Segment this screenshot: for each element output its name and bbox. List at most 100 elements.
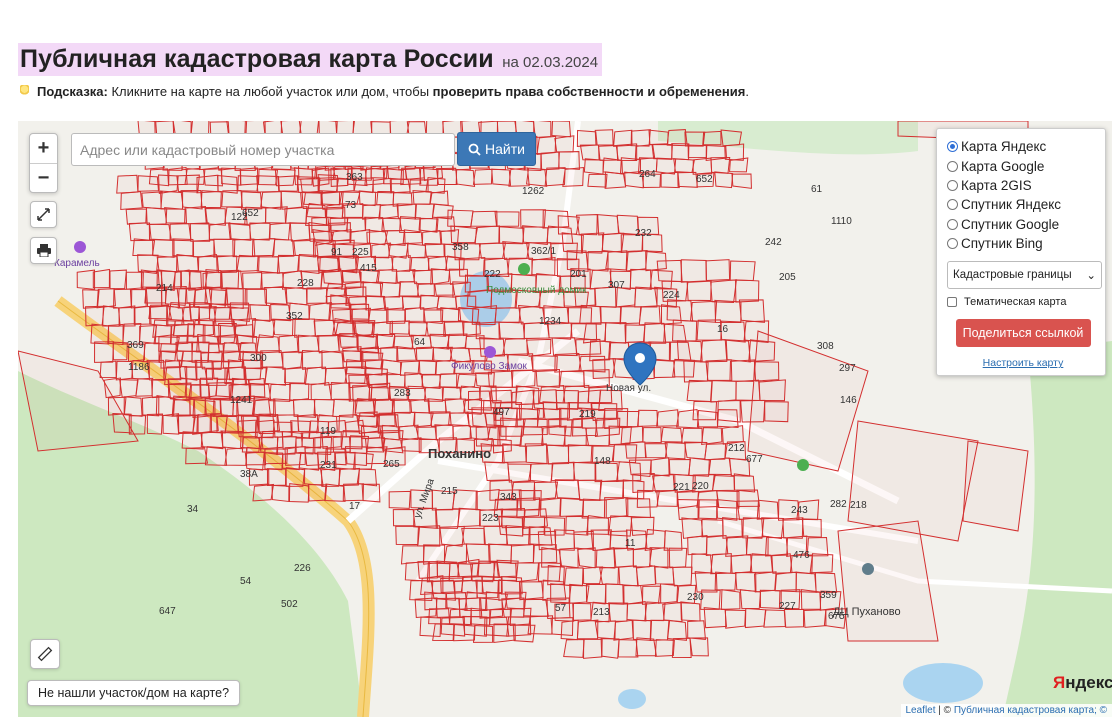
parcel	[559, 497, 585, 517]
zoom-control[interactable]: + −	[29, 133, 58, 193]
parcel-number: 352	[286, 311, 303, 322]
parcel	[515, 407, 540, 428]
parcel	[284, 286, 308, 306]
yandex-logo: Яндекс	[1053, 673, 1112, 692]
parcel	[329, 217, 349, 232]
layer-radio[interactable]	[947, 160, 958, 172]
shop-poi-icon	[74, 241, 86, 253]
hint-line: Подсказка: Кликните на карте на любой уч…	[20, 84, 749, 99]
parcel	[663, 530, 683, 551]
not-found-button[interactable]: Не нашли участок/дом на карте?	[27, 680, 241, 706]
parcel	[557, 215, 580, 235]
parcel	[199, 377, 219, 399]
layer-radio[interactable]	[947, 218, 958, 230]
parcel-number: 1186	[128, 362, 150, 373]
search-button[interactable]: Найти	[457, 132, 536, 166]
map-canvas[interactable]: Поханино Подмосковный домик Фикулово Зам…	[18, 121, 1112, 717]
layer-radio[interactable]	[947, 141, 958, 153]
parcel	[359, 346, 380, 361]
parcel	[701, 518, 724, 538]
parcel	[585, 427, 611, 447]
fullscreen-button[interactable]	[30, 201, 57, 228]
share-link-button[interactable]: Поделиться ссылкой	[955, 319, 1091, 348]
layer-option[interactable]: Спутник Яндекс	[947, 195, 1099, 214]
layer-option[interactable]: Спутник Bing	[947, 234, 1099, 253]
parcel	[683, 441, 708, 460]
parcel-number: 369	[127, 340, 144, 351]
parcel	[236, 254, 260, 273]
parcel	[96, 288, 116, 309]
parcel	[156, 256, 179, 273]
parcel	[686, 280, 712, 302]
parcel	[464, 591, 488, 611]
parcel	[520, 209, 546, 228]
parcel	[474, 225, 501, 245]
thematic-map-toggle[interactable]: Тематическая карта	[947, 295, 1099, 309]
parcel-number: 226	[294, 563, 311, 574]
zoom-out-button[interactable]: −	[30, 163, 57, 192]
layer-option-label: Спутник Яндекс	[961, 197, 1062, 213]
search-input[interactable]	[71, 133, 455, 166]
parcel	[493, 623, 516, 644]
parcel	[414, 411, 434, 428]
layer-option[interactable]: Карта Яндекс	[947, 137, 1099, 156]
parcel	[228, 223, 252, 241]
parcel	[555, 389, 579, 410]
layer-option[interactable]: Карта Google	[947, 156, 1099, 175]
parcel	[185, 447, 209, 465]
parcel	[396, 346, 417, 362]
layer-option[interactable]: Карта 2GIS	[947, 176, 1099, 195]
leaflet-link[interactable]: Leaflet	[906, 705, 936, 716]
parcel-number: 647	[159, 606, 176, 617]
cadastral-source-link[interactable]: Публичная кадастровая карта; ©	[954, 705, 1107, 716]
parcel	[412, 190, 432, 205]
parcel	[559, 370, 585, 388]
parcel	[654, 566, 675, 585]
measure-button[interactable]	[30, 639, 60, 669]
parcel	[662, 601, 683, 623]
parcel	[455, 168, 476, 187]
parcel	[295, 437, 315, 455]
parcel-number: 343	[500, 492, 517, 503]
parcel	[626, 601, 647, 622]
house-poi-icon	[518, 263, 530, 275]
parcel	[349, 435, 370, 454]
layer-option-label: Спутник Bing	[961, 236, 1043, 252]
thematic-map-checkbox[interactable]	[947, 297, 957, 308]
parcel	[730, 553, 753, 574]
parcel	[500, 576, 523, 595]
parcel	[177, 288, 196, 309]
layer-option[interactable]: Спутник Google	[947, 215, 1099, 234]
parcel	[301, 349, 323, 370]
parcel	[188, 270, 208, 291]
parcel	[716, 499, 738, 521]
parcel	[753, 571, 777, 593]
parcel	[691, 553, 713, 574]
parcel	[251, 319, 276, 338]
parcel	[152, 238, 175, 258]
parcel	[316, 334, 340, 354]
configure-map-link[interactable]: Настроить карту	[947, 357, 1099, 369]
parcel	[171, 395, 191, 417]
parcel	[205, 269, 222, 290]
parcel	[540, 151, 560, 171]
zoom-in-button[interactable]: +	[30, 134, 57, 163]
parcel	[579, 144, 600, 161]
parcel	[585, 583, 607, 605]
parcel	[343, 281, 364, 297]
parcel	[771, 553, 793, 574]
parcel	[354, 398, 376, 414]
layer-radio[interactable]	[947, 179, 958, 191]
parcel	[168, 166, 188, 186]
parcel	[256, 256, 280, 274]
print-button[interactable]	[30, 237, 57, 264]
cadastral-layer-select[interactable]: Кадастровые границы ⌄	[947, 261, 1102, 290]
lake	[903, 663, 983, 703]
layer-radio[interactable]	[947, 238, 958, 250]
parcel	[339, 333, 358, 348]
layer-radio[interactable]	[947, 199, 958, 211]
parcel	[376, 190, 395, 206]
parcel	[258, 436, 279, 455]
parcel	[635, 637, 657, 657]
parcel	[653, 359, 676, 379]
